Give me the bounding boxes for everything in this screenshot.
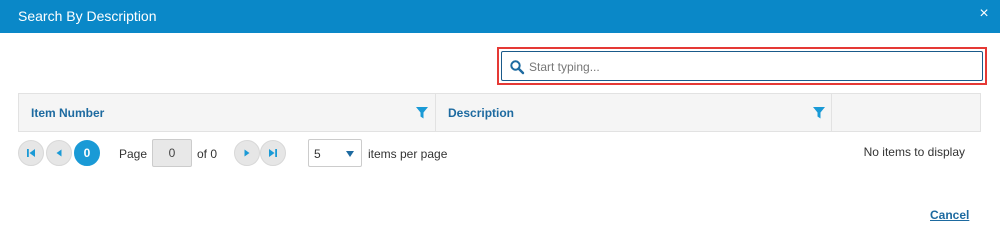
page-total-label: of 0 [197, 147, 218, 161]
page-number-input[interactable]: 0 [152, 139, 192, 167]
search-highlight-box [497, 47, 987, 85]
dialog-title: Search By Description [18, 8, 157, 24]
dialog-titlebar: Search By Description × [0, 0, 1000, 33]
column-label: Item Number [31, 106, 105, 120]
search-box [501, 51, 983, 81]
search-input[interactable] [529, 57, 974, 77]
items-per-page-label: items per page [368, 147, 448, 161]
pager-status: No items to display [863, 145, 965, 159]
first-page-button[interactable] [18, 140, 44, 166]
grid-header: Item Number Description [18, 93, 981, 132]
chevron-down-icon [346, 151, 354, 157]
close-icon[interactable]: × [976, 5, 992, 23]
prev-page-icon [56, 149, 62, 157]
next-page-icon [244, 149, 250, 157]
filter-icon[interactable] [813, 107, 825, 119]
next-page-button[interactable] [234, 140, 260, 166]
column-header-item-number[interactable]: Item Number [19, 94, 436, 131]
search-icon [510, 60, 525, 75]
column-header-description[interactable]: Description [436, 94, 832, 131]
pager: 0 Page 0 of 0 5 items per page No items … [18, 139, 981, 167]
page-size-value: 5 [314, 147, 321, 161]
prev-page-button[interactable] [46, 140, 72, 166]
last-page-icon [269, 149, 277, 157]
current-page-button[interactable]: 0 [74, 140, 100, 166]
first-page-icon [27, 149, 35, 157]
last-page-button[interactable] [260, 140, 286, 166]
page-label: Page [119, 147, 148, 161]
page-size-select[interactable]: 5 [308, 139, 362, 167]
column-label: Description [448, 106, 515, 120]
cancel-link[interactable]: Cancel [930, 208, 969, 222]
column-header-empty [832, 94, 980, 131]
filter-icon[interactable] [416, 107, 428, 119]
